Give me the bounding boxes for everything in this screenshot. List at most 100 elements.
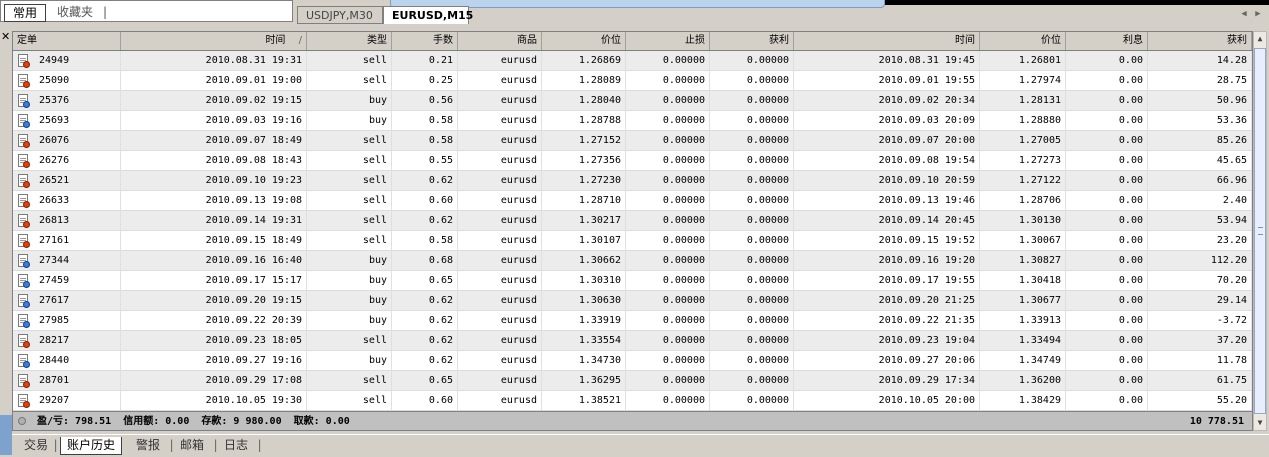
table-row[interactable]: 29207 2010.10.05 19:30 sell 0.60 eurusd 1.385… bbox=[13, 391, 1252, 411]
column-header-type[interactable]: 类型 bbox=[307, 32, 392, 50]
table-row[interactable]: 27344 2010.09.16 16:40 buy 0.68 eurusd 1.3066… bbox=[13, 251, 1252, 271]
column-header-open-price[interactable]: 价位 bbox=[542, 32, 626, 50]
lots-cell: 0.62 bbox=[392, 331, 458, 350]
tab-trade[interactable]: 交易 bbox=[24, 437, 48, 454]
table-row[interactable]: 27161 2010.09.15 18:49 sell 0.58 eurusd 1.301… bbox=[13, 231, 1252, 251]
column-header-close-price[interactable]: 价位 bbox=[980, 32, 1066, 50]
profit-value: 53.94 bbox=[1216, 215, 1247, 226]
column-header-profit[interactable]: 获利 bbox=[1148, 32, 1252, 50]
tab-common[interactable]: 常用 bbox=[4, 4, 46, 22]
lots-cell: 0.21 bbox=[392, 51, 458, 70]
close-price-value: 1.33494 bbox=[1018, 335, 1061, 346]
stop-loss-cell: 0.00000 bbox=[626, 151, 710, 170]
table-row[interactable]: 26633 2010.09.13 19:08 sell 0.60 eurusd 1.287… bbox=[13, 191, 1252, 211]
table-row[interactable]: 26521 2010.09.10 19:23 sell 0.62 eurusd 1.272… bbox=[13, 171, 1252, 191]
order-type-cell: sell bbox=[307, 231, 392, 250]
lots-value: 0.62 bbox=[428, 295, 453, 306]
lots-cell: 0.25 bbox=[392, 71, 458, 90]
order-type-cell: buy bbox=[307, 311, 392, 330]
table-row[interactable]: 28440 2010.09.27 19:16 buy 0.62 eurusd 1.3473… bbox=[13, 351, 1252, 371]
profit-cell: 29.14 bbox=[1148, 291, 1252, 310]
open-price-value: 1.30662 bbox=[578, 255, 621, 266]
close-time-cell: 2010.09.13 19:46 bbox=[794, 191, 980, 210]
symbol-cell: eurusd bbox=[458, 251, 542, 270]
column-header-lots[interactable]: 手数 bbox=[392, 32, 458, 50]
order-type-value: sell bbox=[362, 175, 387, 186]
column-header-order[interactable]: 定单 bbox=[13, 32, 121, 50]
terminal-title-bar[interactable] bbox=[0, 415, 12, 455]
profit-cell: 23.20 bbox=[1148, 231, 1252, 250]
stop-loss-value: 0.00000 bbox=[662, 175, 705, 186]
table-row[interactable]: 27617 2010.09.20 19:15 buy 0.62 eurusd 1.3063… bbox=[13, 291, 1252, 311]
stop-loss-cell: 0.00000 bbox=[626, 231, 710, 250]
order-type-cell: sell bbox=[307, 191, 392, 210]
table-row[interactable]: 28217 2010.09.23 18:05 sell 0.62 eurusd 1.335… bbox=[13, 331, 1252, 351]
column-header-stop-loss[interactable]: 止损 bbox=[626, 32, 710, 50]
take-profit-value: 0.00000 bbox=[746, 195, 789, 206]
vertical-scrollbar[interactable]: ▲ ▼ bbox=[1253, 31, 1267, 431]
order-type-value: sell bbox=[362, 135, 387, 146]
tab-alerts[interactable]: 警报 bbox=[136, 437, 160, 454]
scroll-down-icon[interactable]: ▼ bbox=[1254, 416, 1266, 430]
tab-mailbox[interactable]: 邮箱 bbox=[180, 437, 204, 454]
column-header-close-time[interactable]: 时间 bbox=[794, 32, 980, 50]
lots-cell: 0.58 bbox=[392, 111, 458, 130]
table-row[interactable]: 27985 2010.09.22 20:39 buy 0.62 eurusd 1.3391… bbox=[13, 311, 1252, 331]
profit-value: 50.96 bbox=[1216, 95, 1247, 106]
table-row[interactable]: 27459 2010.09.17 15:17 buy 0.65 eurusd 1.3031… bbox=[13, 271, 1252, 291]
scroll-up-icon[interactable]: ▲ bbox=[1254, 32, 1266, 46]
symbol-value: eurusd bbox=[500, 315, 537, 326]
swap-cell: 0.00 bbox=[1066, 331, 1148, 350]
symbol-cell: eurusd bbox=[458, 371, 542, 390]
swap-cell: 0.00 bbox=[1066, 71, 1148, 90]
table-row[interactable]: 25376 2010.09.02 19:15 buy 0.56 eurusd 1.2804… bbox=[13, 91, 1252, 111]
lots-value: 0.62 bbox=[428, 215, 453, 226]
order-ticket-value: 28217 bbox=[39, 335, 70, 346]
chart-tab-eurusd[interactable]: EURUSD,M15 bbox=[383, 6, 473, 24]
table-row[interactable]: 25090 2010.09.01 19:00 sell 0.25 eurusd 1.280… bbox=[13, 71, 1252, 91]
order-type-value: sell bbox=[362, 215, 387, 226]
close-price-cell: 1.30418 bbox=[980, 271, 1066, 290]
summary-text: 盈/亏: 798.51 信用额: 0.00 存款: 9 980.00 取款: 0… bbox=[37, 416, 350, 427]
profit-cell: 53.94 bbox=[1148, 211, 1252, 230]
table-row[interactable]: 26813 2010.09.14 19:31 sell 0.62 eurusd 1.302… bbox=[13, 211, 1252, 231]
tab-scroll-right-icon[interactable]: ▶ bbox=[1252, 9, 1264, 21]
order-type-value: sell bbox=[362, 375, 387, 386]
tab-journal[interactable]: 日志 bbox=[224, 437, 248, 454]
scrollbar-thumb[interactable] bbox=[1254, 48, 1266, 414]
column-header-open-time[interactable]: 时间 / bbox=[121, 32, 307, 50]
close-price-cell: 1.26801 bbox=[980, 51, 1066, 70]
table-row[interactable]: 25693 2010.09.03 19:16 buy 0.58 eurusd 1.2878… bbox=[13, 111, 1252, 131]
close-icon[interactable]: ✕ bbox=[1, 31, 11, 43]
table-row[interactable]: 24949 2010.08.31 19:31 sell 0.21 eurusd 1.268… bbox=[13, 51, 1252, 71]
chart-tab-usdjpy[interactable]: USDJPY,M30 bbox=[297, 6, 383, 24]
open-price-value: 1.30107 bbox=[578, 235, 621, 246]
table-row[interactable]: 26276 2010.09.08 18:43 sell 0.55 eurusd 1.273… bbox=[13, 151, 1252, 171]
take-profit-cell: 0.00000 bbox=[710, 191, 794, 210]
column-header-take-profit[interactable]: 获利 bbox=[710, 32, 794, 50]
tab-account-history[interactable]: 账户历史 bbox=[60, 437, 123, 455]
column-header-symbol[interactable]: 商品 bbox=[458, 32, 542, 50]
open-time-value: 2010.09.08 18:43 bbox=[205, 155, 302, 166]
table-row[interactable]: 28701 2010.09.29 17:08 sell 0.65 eurusd 1.362… bbox=[13, 371, 1252, 391]
tab-scroll-left-icon[interactable]: ◀ bbox=[1238, 9, 1250, 21]
close-time-cell: 2010.09.08 19:54 bbox=[794, 151, 980, 170]
open-time-value: 2010.09.10 19:23 bbox=[205, 175, 302, 186]
profit-value: 55.20 bbox=[1216, 395, 1247, 406]
close-price-value: 1.28880 bbox=[1018, 115, 1061, 126]
table-row[interactable]: 26076 2010.09.07 18:49 sell 0.58 eurusd 1.271… bbox=[13, 131, 1252, 151]
open-price-cell: 1.30217 bbox=[542, 211, 626, 230]
tab-separator: | bbox=[168, 438, 176, 452]
open-time-cell: 2010.09.22 20:39 bbox=[121, 311, 307, 330]
take-profit-cell: 0.00000 bbox=[710, 351, 794, 370]
close-price-cell: 1.27273 bbox=[980, 151, 1066, 170]
tab-bookmarks[interactable]: 收藏夹 bbox=[57, 4, 93, 20]
sell-order-icon bbox=[18, 194, 30, 208]
column-header-swap[interactable]: 利息 bbox=[1066, 32, 1148, 50]
open-time-value: 2010.09.14 19:31 bbox=[205, 215, 302, 226]
swap-value: 0.00 bbox=[1118, 215, 1143, 226]
lots-value: 0.62 bbox=[428, 315, 453, 326]
order-type-cell: buy bbox=[307, 91, 392, 110]
close-time-value: 2010.09.10 20:59 bbox=[878, 175, 975, 186]
close-price-cell: 1.30130 bbox=[980, 211, 1066, 230]
